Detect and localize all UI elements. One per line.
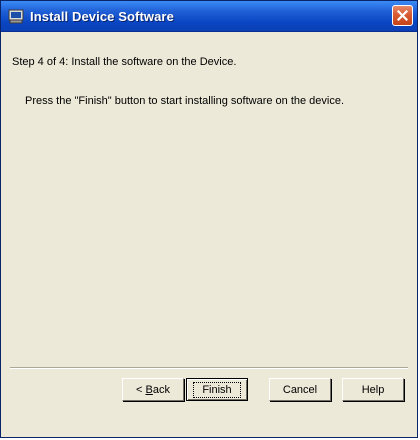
installer-window-icon	[8, 8, 24, 24]
install-device-software-dialog: Install Device Software Step 4 of 4: Ins…	[0, 0, 418, 438]
back-button-label: < Back	[136, 383, 170, 396]
cancel-button[interactable]: Cancel	[269, 378, 331, 401]
close-button[interactable]	[392, 5, 413, 26]
button-separator	[10, 367, 408, 369]
step-heading: Step 4 of 4: Install the software on the…	[12, 56, 237, 68]
back-button[interactable]: < Back	[122, 378, 184, 401]
help-button-label: Help	[361, 383, 385, 396]
title-bar[interactable]: Install Device Software	[1, 1, 417, 32]
cancel-button-label: Cancel	[282, 383, 318, 396]
instruction-text: Press the "Finish" button to start insta…	[25, 95, 345, 107]
wizard-body: Step 4 of 4: Install the software on the…	[2, 32, 416, 436]
window-title: Install Device Software	[30, 8, 174, 24]
finish-button[interactable]: Finish	[186, 378, 248, 401]
finish-button-label: Finish	[193, 381, 241, 398]
close-icon	[397, 10, 408, 21]
help-button[interactable]: Help	[342, 378, 404, 401]
